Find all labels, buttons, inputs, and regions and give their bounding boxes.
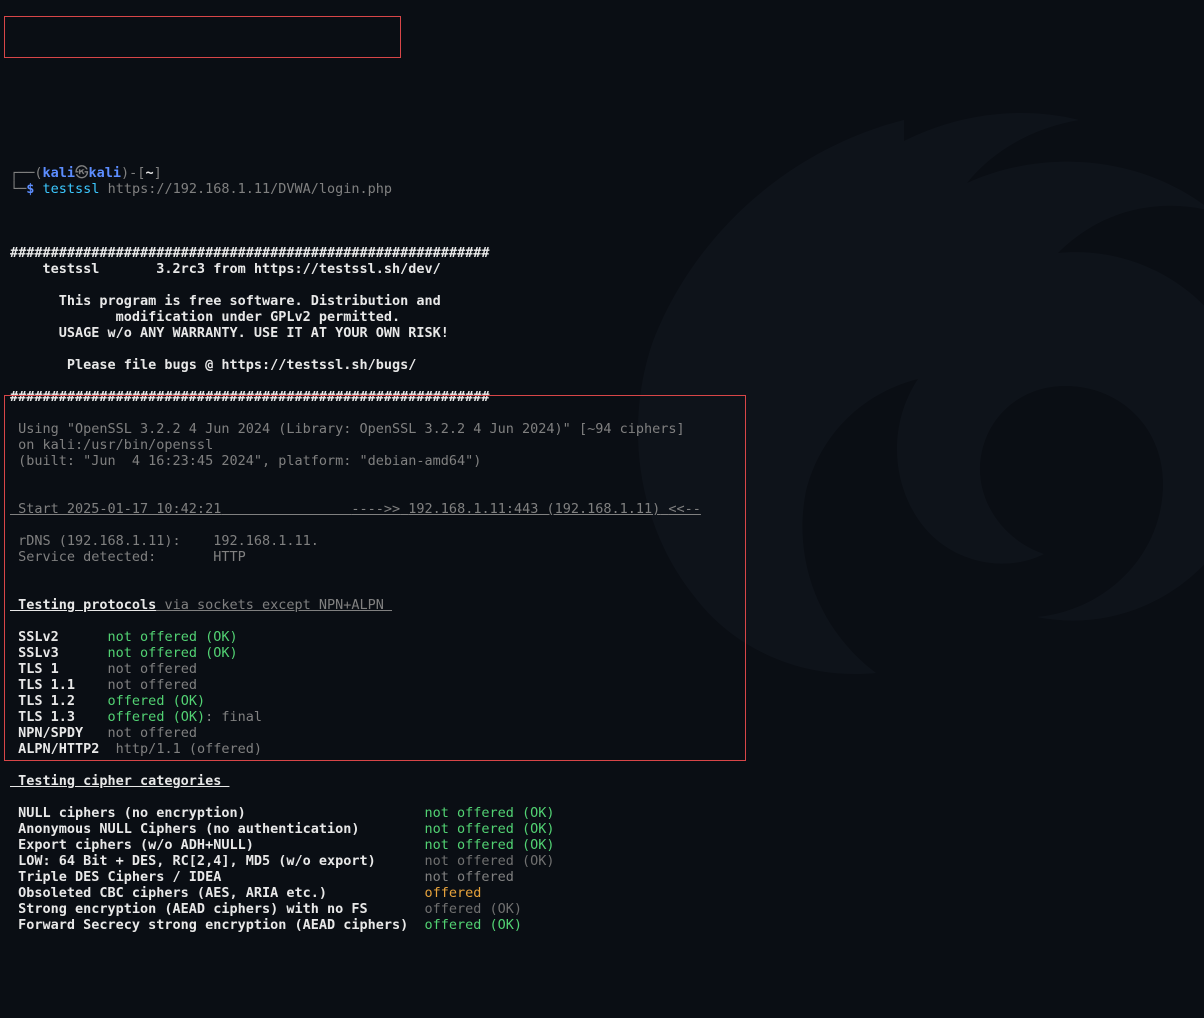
protocol-name: SSLv3 [10, 645, 99, 661]
highlight-box-command [4, 16, 401, 58]
rdns-line: rDNS (192.168.1.11): 192.168.1.11. [10, 533, 319, 549]
protocol-status: not offered [108, 677, 197, 693]
cipher-name: Forward Secrecy strong encryption (AEAD … [10, 917, 425, 933]
protocol-name: ALPN/HTTP2 [10, 741, 99, 757]
protocol-name: TLS 1.3 [10, 709, 99, 725]
cipher-status: offered (OK) [425, 917, 523, 933]
cipher-name: Strong encryption (AEAD ciphers) with no… [10, 901, 425, 917]
protocol-status: offered (OK) [108, 693, 206, 709]
service-line: Service detected: HTTP [10, 549, 246, 565]
cipher-name: Obsoleted CBC ciphers (AES, ARIA etc.) [10, 885, 425, 901]
protocol-status: http/1.1 (offered) [108, 741, 262, 757]
cipher-name: LOW: 64 Bit + DES, RC[2,4], MD5 (w/o exp… [10, 853, 425, 869]
protocol-status: not offered (OK) [108, 629, 238, 645]
protocol-name: TLS 1 [10, 661, 99, 677]
start-timestamp: Start 2025-01-17 10:42:21 [10, 501, 221, 517]
cipher-name: NULL ciphers (no encryption) [10, 805, 425, 821]
protocol-name: TLS 1.2 [10, 693, 99, 709]
protocol-status: offered (OK) [108, 709, 206, 725]
protocols-list: SSLv2 not offered (OK) SSLv3 not offered… [10, 629, 1194, 757]
protocol-name: SSLv2 [10, 629, 99, 645]
command-args: https://192.168.1.11/DVWA/login.php [108, 181, 392, 197]
cipher-status: not offered (OK) [425, 837, 555, 853]
protocol-name: TLS 1.1 [10, 677, 99, 693]
prompt-user: kali [43, 165, 76, 181]
protocol-status: not offered (OK) [108, 645, 238, 661]
cipher-status: not offered (OK) [425, 853, 555, 869]
protocol-status: not offered [108, 725, 197, 741]
cipher-status: not offered (OK) [425, 805, 555, 821]
ciphers-list: NULL ciphers (no encryption) not offered… [10, 805, 1194, 933]
cipher-status: offered [425, 885, 482, 901]
cipher-name: Export ciphers (w/o ADH+NULL) [10, 837, 425, 853]
command-name: testssl [43, 181, 100, 197]
cipher-name: Anonymous NULL Ciphers (no authenticatio… [10, 821, 425, 837]
prompt-host: kali [89, 165, 122, 181]
cipher-status: offered (OK) [425, 901, 523, 917]
protocol-status: not offered [108, 661, 197, 677]
target-host: 192.168.1.11:443 (192.168.1.11) [408, 501, 660, 517]
cipher-status: not offered [425, 869, 514, 885]
protocol-name: NPN/SPDY [10, 725, 99, 741]
ciphers-header: Testing cipher categories [10, 773, 229, 789]
protocols-header: Testing protocols [10, 597, 156, 613]
cipher-status: not offered (OK) [425, 821, 555, 837]
terminal-output: ┌──(kali㉿kali)-[~] └─$ testssl https://1… [10, 149, 1194, 933]
cipher-name: Triple DES Ciphers / IDEA [10, 869, 425, 885]
